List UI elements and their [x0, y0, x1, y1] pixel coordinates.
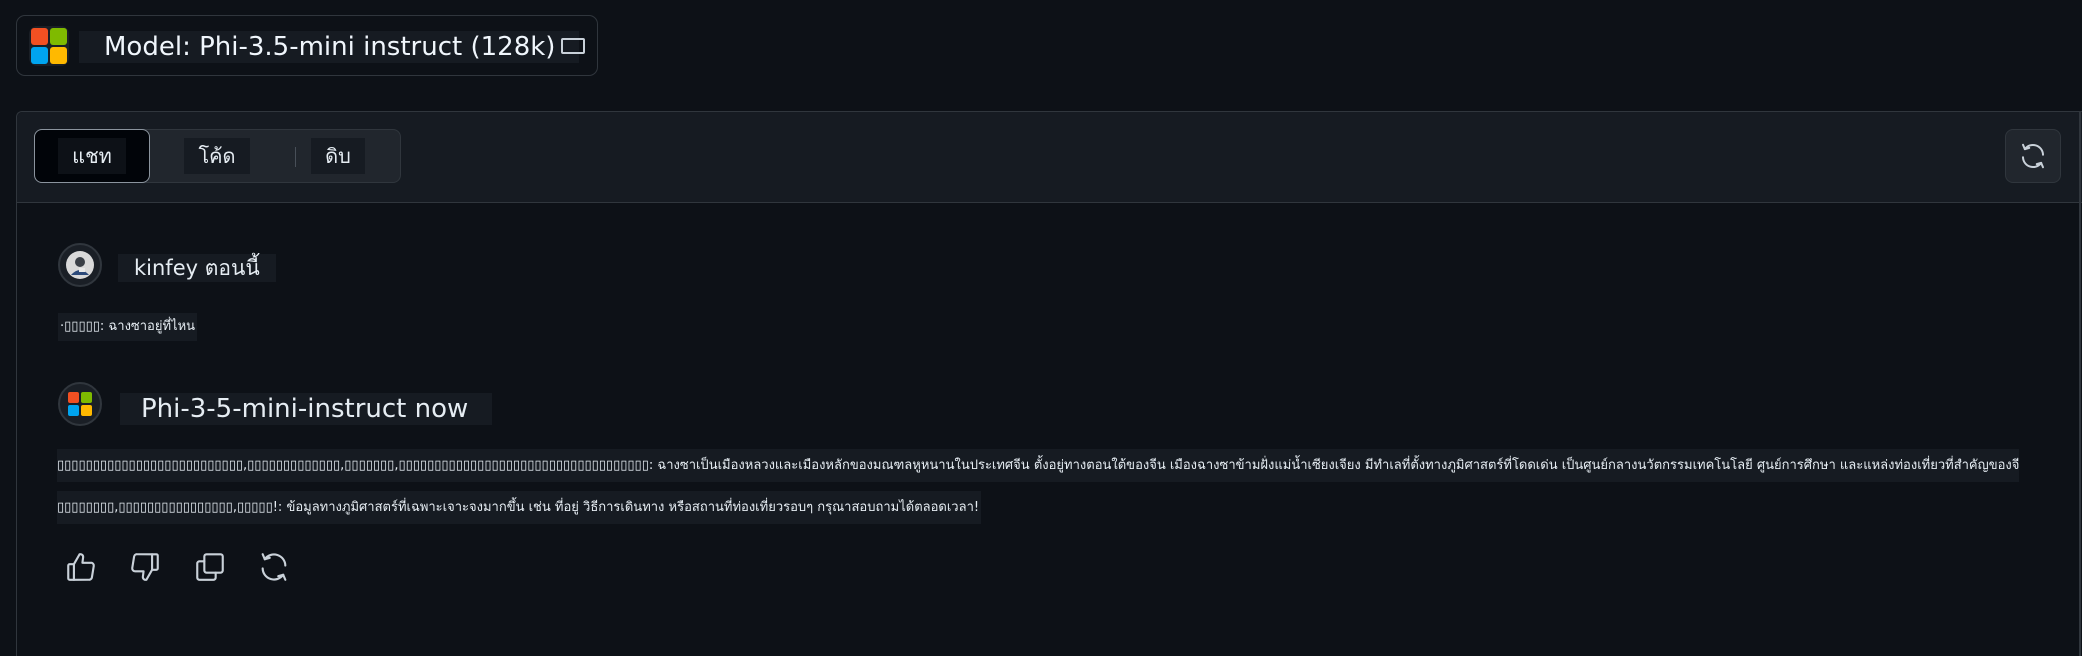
assistant-avatar — [58, 382, 102, 426]
tab-group: แชท โค้ด ดิบ — [34, 129, 401, 183]
tab-code-label: โค้ด — [184, 138, 250, 174]
tab-chat-label: แชท — [58, 138, 126, 174]
tab-chat[interactable]: แชท — [34, 129, 150, 183]
thumbs-up-icon — [67, 553, 95, 581]
phi-logo-icon — [68, 392, 92, 416]
user-name: kinfey ตอนนี้ — [118, 254, 276, 282]
regenerate-button[interactable] — [256, 549, 292, 585]
assistant-name: Phi-3-5-mini-instruct now — [120, 393, 493, 425]
panel-edge — [2079, 111, 2081, 656]
copy-button[interactable] — [192, 549, 228, 585]
tab-code[interactable]: โค้ด — [158, 130, 276, 182]
thumbs-down-button[interactable] — [127, 549, 163, 585]
panel-header: แชท โค้ด ดิบ — [17, 112, 2082, 203]
user-message-text: ·▯▯▯▯▯: ฉางซาอยู่ที่ไหน — [58, 313, 198, 341]
chat-panel: แชท โค้ด ดิบ — [16, 111, 2082, 656]
thumbs-down-icon — [131, 553, 159, 581]
user-avatar — [58, 243, 102, 287]
refresh-icon — [2022, 143, 2044, 169]
tab-raw-label: ดิบ — [311, 138, 365, 174]
copy-icon — [196, 553, 224, 581]
regenerate-icon — [261, 553, 287, 581]
window-icon[interactable] — [561, 38, 585, 54]
model-title: Model: Phi-3.5-mini instruct (128k) — [79, 31, 580, 63]
model-selector[interactable]: Model: Phi-3.5-mini instruct (128k) — [16, 15, 598, 76]
user-photo-icon — [66, 251, 94, 279]
refresh-button[interactable] — [2005, 129, 2061, 183]
thumbs-up-button[interactable] — [63, 549, 99, 585]
assistant-message-line-2: ▯▯▯▯▯▯▯▯,▯▯▯▯▯▯▯▯▯▯▯▯▯▯▯▯,▯▯▯▯▯!: ข้อมูล… — [57, 491, 982, 524]
tab-raw[interactable]: ดิบ — [285, 130, 391, 182]
assistant-message-line-1: ▯▯▯▯▯▯▯▯▯▯▯▯▯▯▯▯▯▯▯▯▯▯▯▯▯▯,▯▯▯▯▯▯▯▯▯▯▯▯▯… — [57, 449, 2019, 482]
microsoft-logo-icon — [29, 26, 69, 66]
